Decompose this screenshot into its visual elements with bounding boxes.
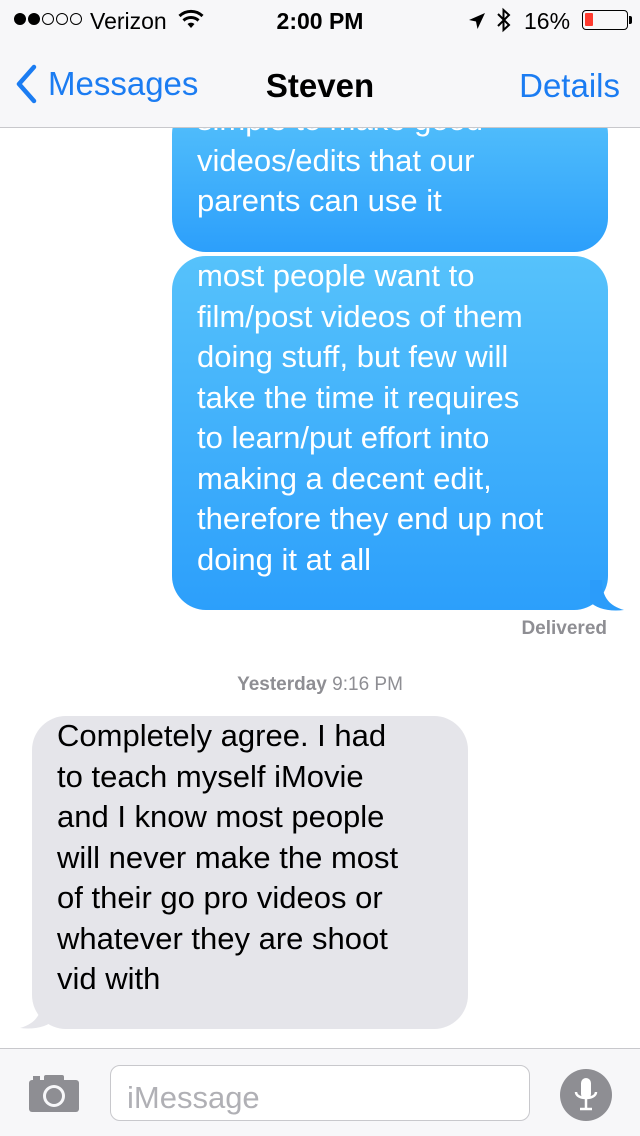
details-button[interactable]: Details [519, 67, 620, 105]
message-line: doing it at all [197, 541, 372, 577]
back-button[interactable]: Messages [14, 62, 198, 106]
message-line: film/post videos of them [197, 298, 523, 334]
message-line: to learn/put effort into [197, 420, 490, 455]
timestamp-day: Yesterday [237, 674, 327, 695]
outgoing-message[interactable]: most people want to film/post videos of … [172, 256, 608, 610]
message-line: parents can use it [197, 183, 442, 218]
microphone-icon [574, 1078, 598, 1111]
message-line: most people want to [197, 258, 475, 293]
battery-percent: 16% [524, 8, 571, 34]
back-button-label: Messages [48, 65, 199, 102]
incoming-bubble-tail [20, 998, 54, 1029]
message-line: take the time it requires [197, 379, 520, 415]
camera-button[interactable] [28, 1073, 80, 1113]
message-line: doing stuff, but few will [197, 339, 509, 374]
message-line: vid with [57, 961, 161, 996]
microphone-button[interactable] [560, 1069, 612, 1121]
message-line: Completely agree. I had [57, 718, 387, 753]
message-line: and I know most people [57, 799, 385, 834]
message-list[interactable]: simple to make good videos/edits that ou… [0, 40, 640, 1048]
outgoing-bubble-tail [590, 580, 624, 611]
message-line: therefore they end up not [197, 501, 544, 536]
battery-icon [582, 10, 628, 30]
bluetooth-icon [496, 7, 512, 39]
message-timestamp: Yesterday 9:16 PM [0, 674, 640, 696]
message-line: whatever they are shoot [57, 920, 388, 956]
message-input[interactable] [110, 1065, 530, 1121]
message-line: will never make the most [57, 839, 399, 875]
message-input-bar [0, 1048, 640, 1136]
timestamp-time: 9:16 PM [332, 674, 403, 695]
camera-icon [29, 1075, 79, 1112]
message-line: of their go pro videos or [57, 880, 383, 915]
chevron-left-icon [16, 64, 37, 104]
incoming-message[interactable]: Completely agree. I had to teach myself … [32, 716, 468, 1029]
battery-tip [629, 16, 632, 24]
location-arrow-icon [468, 10, 486, 36]
message-line: to teach myself iMovie [57, 758, 364, 794]
navigation-bar: Messages Steven Details [0, 40, 640, 128]
delivered-status: Delivered [521, 618, 607, 639]
message-line: videos/edits that our [197, 142, 475, 178]
status-bar: Verizon 2:00 PM 16% [0, 0, 640, 40]
message-line: making a decent edit, [197, 460, 492, 496]
